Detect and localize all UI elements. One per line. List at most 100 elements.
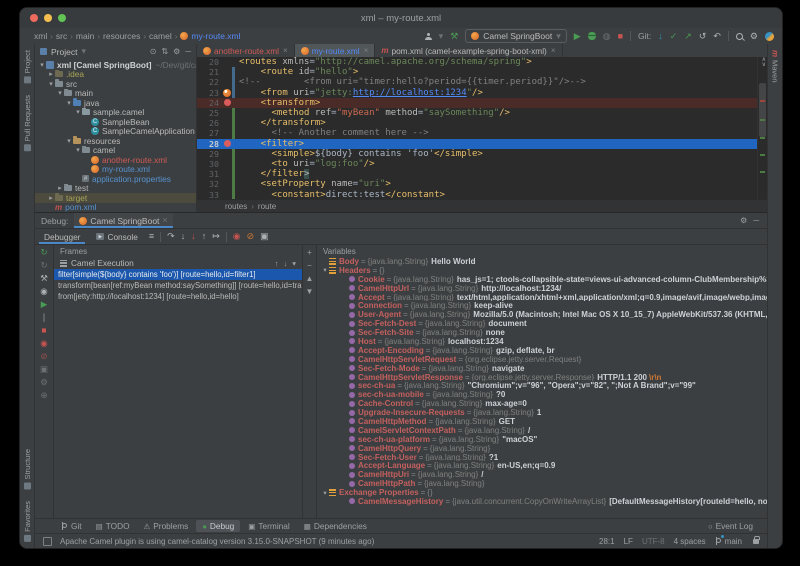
- variable-row-user-agent[interactable]: User-Agent={java.lang.String}Mozilla/5.0…: [317, 310, 767, 319]
- variable-row-camelhttpuri[interactable]: CamelHttpUri={java.lang.String}/: [317, 470, 767, 479]
- tree-expanded-icon[interactable]: ▾: [65, 99, 73, 107]
- close-icon[interactable]: ×: [162, 216, 167, 225]
- editor-tab-my-route-xml[interactable]: my-route.xml×: [295, 44, 376, 57]
- run-button[interactable]: ▶: [574, 32, 581, 41]
- scrollbar-thumb[interactable]: [759, 83, 766, 137]
- variable-row-sec-fetch-site[interactable]: Sec-Fetch-Site={java.lang.String}none: [317, 328, 767, 337]
- breadcrumb-item-src[interactable]: src: [56, 31, 67, 41]
- tool-window-button-favorites[interactable]: Favorites: [23, 501, 32, 542]
- history-button[interactable]: ↺: [699, 32, 707, 41]
- pin-icon[interactable]: ⊕: [40, 391, 47, 400]
- variable-row-camelhttpurl[interactable]: CamelHttpUrl={java.lang.String}http://lo…: [317, 284, 767, 293]
- variable-row-camelservletcontextpath[interactable]: CamelServletContextPath={java.lang.Strin…: [317, 426, 767, 435]
- build-hammer-icon[interactable]: ⚒: [450, 32, 458, 41]
- tree-expanded-icon[interactable]: ▾: [65, 137, 73, 145]
- line-number[interactable]: 22: [197, 77, 222, 87]
- tree-item-resources[interactable]: ▾resources: [35, 136, 196, 146]
- code-line-22[interactable]: 22<!-- <from uri="timer:hello?period={{t…: [197, 77, 757, 87]
- line-number[interactable]: 23: [197, 88, 222, 98]
- debug-button[interactable]: [588, 32, 596, 40]
- variable-row-headers[interactable]: ▾Headers={}: [317, 266, 767, 275]
- tree-expanded-icon[interactable]: ▾: [321, 266, 329, 274]
- variable-row-host[interactable]: Host={java.lang.String}localhost:1234: [317, 337, 767, 346]
- frame-row[interactable]: transform[bean[ref:myBean method:saySome…: [54, 280, 302, 291]
- step-over-icon[interactable]: ↷: [167, 232, 175, 241]
- code-line-26[interactable]: 26 </transform>: [197, 118, 757, 128]
- project-panel-title[interactable]: Project: [51, 47, 77, 57]
- tree-item-test[interactable]: ▸test: [35, 184, 196, 194]
- file-encoding[interactable]: UTF-8: [642, 537, 665, 546]
- gutter-marker[interactable]: [222, 140, 232, 147]
- next-frame-button[interactable]: ↓: [283, 259, 287, 268]
- tab-debugger[interactable]: Debugger: [39, 229, 85, 244]
- code-line-23[interactable]: 23 <from uri="jetty:http://localhost:123…: [197, 88, 757, 98]
- profile-caret-icon[interactable]: ▾: [439, 32, 444, 41]
- update-application-icon[interactable]: ↻: [40, 261, 47, 270]
- variable-row-upgrade-insecure-requests[interactable]: Upgrade-Insecure-Requests={java.lang.Str…: [317, 408, 767, 417]
- resume-icon[interactable]: ▶: [41, 300, 48, 309]
- code-line-21[interactable]: 21 <route id="hello">: [197, 67, 757, 77]
- tool-window-button-maven[interactable]: mMaven: [771, 50, 780, 83]
- filter-frames-button[interactable]: ▾: [292, 259, 296, 268]
- close-tab-icon[interactable]: ×: [364, 46, 369, 55]
- inspect-icon[interactable]: ◉: [40, 287, 47, 296]
- variable-row-cookie[interactable]: Cookie={java.lang.String}has_js=1; ctool…: [317, 275, 767, 284]
- editor-tab-another-route-xml[interactable]: another-route.xml×: [197, 44, 295, 57]
- code-line-31[interactable]: 31 </filter>: [197, 169, 757, 179]
- tree-collapsed-icon[interactable]: ▸: [47, 194, 55, 202]
- tree-item-camel[interactable]: ▾camel: [35, 146, 196, 156]
- stop-icon[interactable]: ■: [41, 326, 46, 335]
- indent-setting[interactable]: 4 spaces: [674, 537, 706, 546]
- tree-expanded-icon[interactable]: ▾: [74, 146, 82, 154]
- thread-dump-icon[interactable]: ▣: [40, 365, 48, 374]
- tool-window-button-pull-requests[interactable]: Pull Requests: [23, 95, 32, 151]
- gutter-marker[interactable]: [222, 89, 232, 97]
- tool-window-switcher-icon[interactable]: [43, 537, 52, 546]
- settings-icon[interactable]: ⚙: [40, 378, 48, 387]
- move-watch-up-button[interactable]: ▲: [306, 275, 314, 283]
- layout-settings-icon[interactable]: ≡: [149, 232, 154, 241]
- title-bar[interactable]: xml – my-route.xml: [20, 8, 782, 28]
- tab-console[interactable]: ▶Console: [91, 229, 142, 244]
- tool-window-button-git[interactable]: Git: [55, 520, 88, 532]
- variable-row-body[interactable]: Body={java.lang.String}Hello World: [317, 257, 767, 266]
- variable-row-accept-language[interactable]: Accept-Language={java.lang.String}en-US,…: [317, 461, 767, 470]
- variable-row-sec-ch-ua[interactable]: sec-ch-ua={java.lang.String}"Chromium";v…: [317, 381, 767, 390]
- tree-expanded-icon[interactable]: ▾: [56, 89, 64, 97]
- code-line-33[interactable]: 33 <constant>direct:test</constant>: [197, 189, 757, 199]
- hide-panel-button[interactable]: ─: [185, 47, 191, 56]
- code-line-32[interactable]: 32 <setProperty name="uri">: [197, 179, 757, 189]
- variable-row-camelhttpservletrequest[interactable]: CamelHttpServletRequest={org.eclipse.jet…: [317, 355, 767, 364]
- error-stripe[interactable]: ∧ ∨: [757, 57, 767, 199]
- step-out-icon[interactable]: ↑: [202, 232, 207, 241]
- tree-expanded-icon[interactable]: ▾: [47, 80, 55, 88]
- run-to-cursor-icon[interactable]: ↦: [212, 232, 220, 241]
- modify-run-configuration-icon[interactable]: ⚒: [40, 274, 48, 283]
- code-line-27[interactable]: 27 <!-- Another comment here -->: [197, 128, 757, 138]
- tree-expanded-icon[interactable]: ▾: [321, 489, 329, 497]
- variable-row-accept-encoding[interactable]: Accept-Encoding={java.lang.String}gzip, …: [317, 346, 767, 355]
- variable-row-camelhttpmethod[interactable]: CamelHttpMethod={java.lang.String}GET: [317, 417, 767, 426]
- expand-collapse-button[interactable]: ⇅: [161, 47, 168, 56]
- tree-item-my-route-xml[interactable]: my-route.xml: [35, 165, 196, 175]
- close-tab-icon[interactable]: ×: [551, 46, 556, 55]
- line-number[interactable]: 29: [197, 149, 222, 159]
- variable-row-sec-ch-ua-platform[interactable]: sec-ch-ua-platform={java.lang.String}"ma…: [317, 435, 767, 444]
- line-number[interactable]: 33: [197, 190, 222, 199]
- line-number[interactable]: 24: [197, 98, 222, 108]
- settings-gear-icon[interactable]: ⚙: [750, 32, 758, 41]
- commit-button[interactable]: ✓: [670, 32, 678, 41]
- code-with-me-icon[interactable]: [765, 32, 774, 41]
- tree-item-main[interactable]: ▾main: [35, 89, 196, 99]
- force-step-into-icon[interactable]: ↓: [191, 232, 196, 241]
- hide-panel-button[interactable]: ─: [753, 216, 759, 225]
- view-breakpoints-icon[interactable]: ◉: [40, 339, 47, 348]
- code-line-29[interactable]: 29 <simple>${body} contains 'foo'</simpl…: [197, 149, 757, 159]
- code-line-25[interactable]: 25 <method ref="myBean" method="saySomet…: [197, 108, 757, 118]
- tree-expanded-icon[interactable]: ▾: [38, 61, 46, 69]
- code-line-30[interactable]: 30 <to uri="log:foo"/>: [197, 159, 757, 169]
- frame-row[interactable]: filter[simple(${body} contains 'foo')] […: [54, 269, 302, 280]
- variable-row-exchange-properties[interactable]: ▾Exchange Properties={}: [317, 488, 767, 497]
- caret-position[interactable]: 28:1: [599, 537, 615, 546]
- panel-settings-button[interactable]: ⚙: [173, 47, 180, 56]
